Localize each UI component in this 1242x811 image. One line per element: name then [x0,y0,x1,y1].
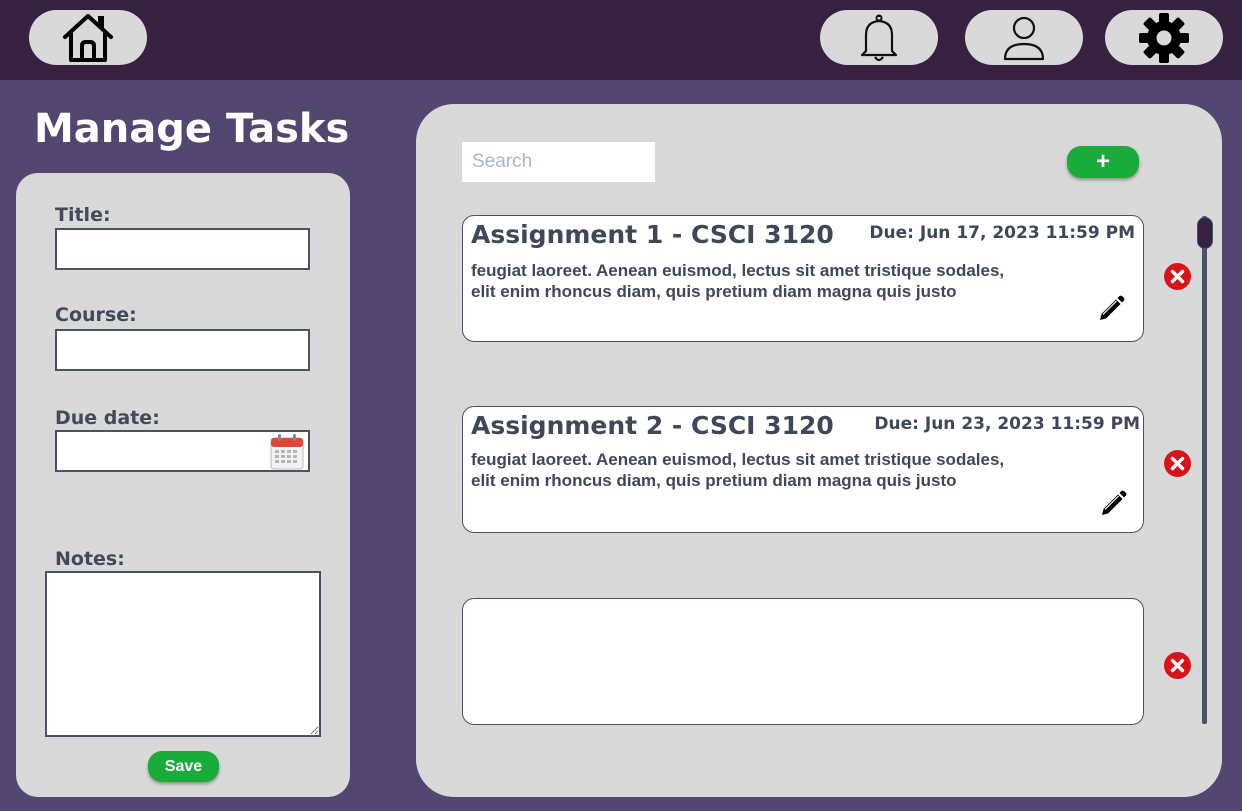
task-description-line: elit enim rhoncus diam, quis pretium dia… [471,282,957,301]
search-input[interactable] [462,142,655,182]
calendar-icon[interactable] [270,434,304,470]
pencil-icon[interactable] [1099,490,1127,518]
task-due-date: Due: Jun 17, 2023 11:59 PM [869,223,1135,243]
delete-task-button[interactable] [1163,449,1192,478]
delete-task-button[interactable] [1163,262,1192,291]
notifications-button[interactable] [820,10,938,65]
notes-label: Notes: [55,548,125,570]
task-description-line: feugiat laoreet. Aenean euismod, lectus … [471,261,1005,280]
course-label: Course: [55,304,137,326]
home-button[interactable] [29,10,147,65]
gear-icon [1139,12,1189,63]
course-input[interactable] [55,329,310,371]
task-list-panel: + Assignment 1 - CSCI 3120 Due: Jun 17, … [416,104,1222,797]
task-title: Assignment 1 - CSCI 3120 [471,220,834,249]
title-input[interactable] [55,228,310,270]
task-description-line: feugiat laoreet. Aenean euismod, lectus … [471,450,1005,469]
save-button[interactable]: Save [148,751,219,782]
title-label: Title: [55,204,111,226]
task-form-panel: Title: Course: Due date: Notes: Save [16,173,350,797]
profile-button[interactable] [965,10,1083,65]
home-icon [63,13,113,62]
scrollbar-thumb[interactable] [1197,217,1213,249]
delete-task-button[interactable] [1163,651,1192,680]
due-date-label: Due date: [55,407,160,429]
top-nav-bar [0,0,1242,80]
user-icon [1003,16,1045,60]
add-task-button[interactable]: + [1067,146,1139,178]
task-title: Assignment 2 - CSCI 3120 [471,411,834,440]
task-card[interactable]: Assignment 1 - CSCI 3120 Due: Jun 17, 20… [462,215,1144,342]
task-due-date: Due: Jun 23, 2023 11:59 PM [874,414,1140,434]
settings-button[interactable] [1105,10,1223,65]
notes-textarea[interactable] [45,571,321,737]
task-card[interactable] [462,598,1144,725]
task-description: feugiat laoreet. Aenean euismod, lectus … [471,260,1071,302]
page-title: Manage Tasks [34,106,350,152]
scrollbar-track[interactable] [1202,216,1207,724]
bell-icon [860,14,898,61]
task-description: feugiat laoreet. Aenean euismod, lectus … [471,449,1071,491]
task-card[interactable]: Assignment 2 - CSCI 3120 Due: Jun 23, 20… [462,406,1144,533]
pencil-icon[interactable] [1097,295,1125,323]
due-date-input[interactable] [55,430,310,472]
task-description-line: elit enim rhoncus diam, quis pretium dia… [471,471,957,490]
